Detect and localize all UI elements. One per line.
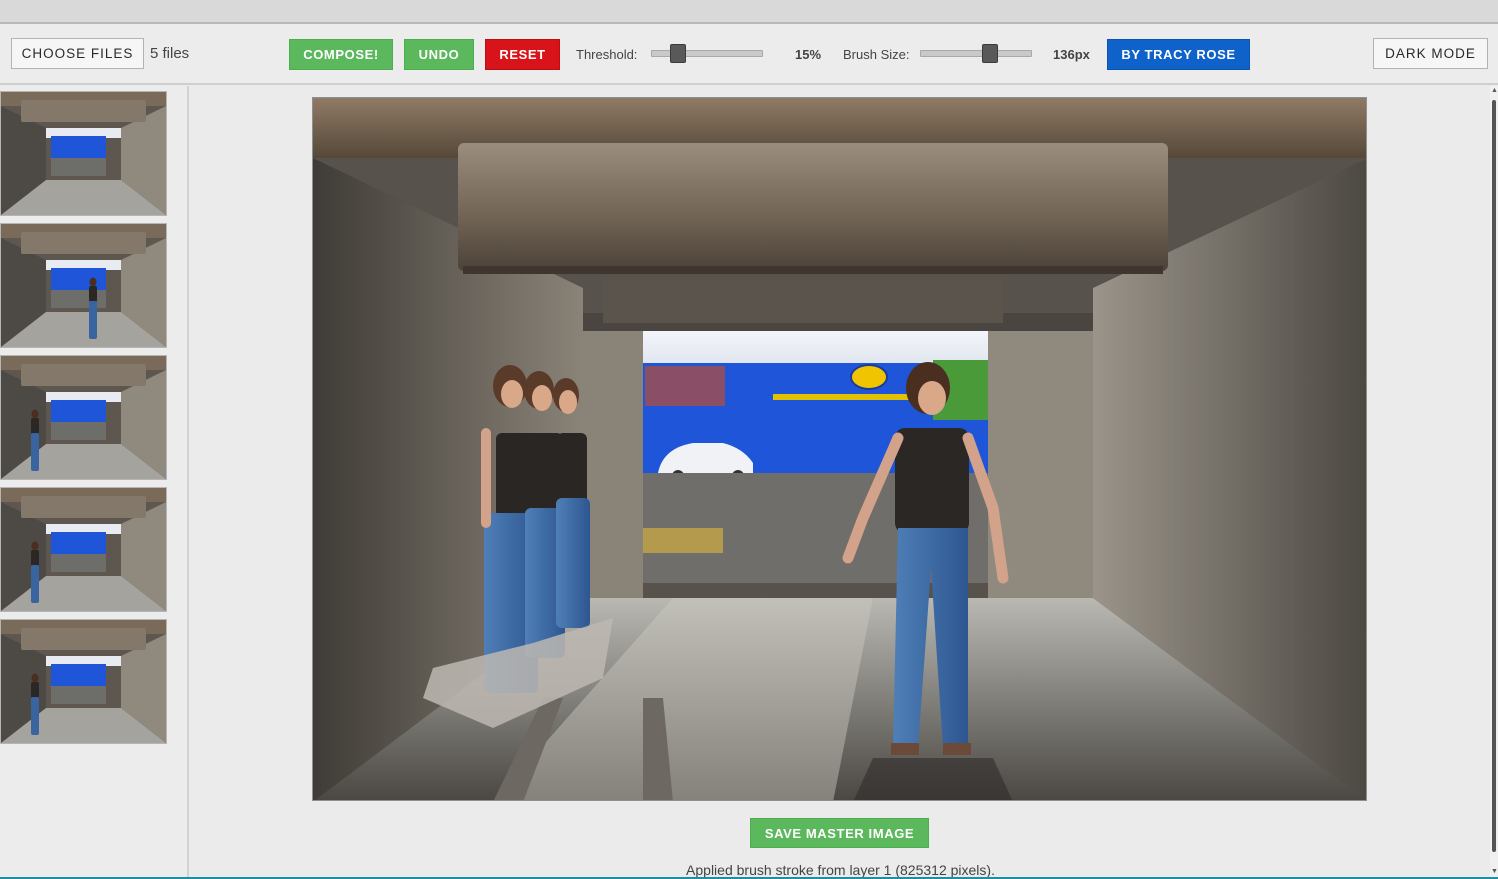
layer-thumbnail[interactable] [0,355,167,480]
choose-files-button[interactable]: CHOOSE FILES [11,38,144,69]
toolbar: CHOOSE FILES 5 files COMPOSE! UNDO RESET… [0,24,1498,85]
vertical-scrollbar[interactable]: ▲ ▼ [1490,86,1498,879]
layer-thumbnail[interactable] [0,619,167,744]
scrollbar-thumb[interactable] [1492,100,1496,852]
thumbnail-image [1,488,166,611]
browser-top-strip [0,0,1498,24]
brush-size-value: 136px [1053,47,1090,62]
brush-size-slider-track [920,50,1032,57]
threshold-slider-track [651,50,763,57]
layer-thumbnail[interactable] [0,487,167,612]
save-master-image-button[interactable]: SAVE MASTER IMAGE [750,818,929,848]
thumbnail-image [1,92,166,215]
reset-button[interactable]: RESET [485,39,560,70]
layer-thumbnail-sidebar [0,86,189,879]
brush-size-label: Brush Size: [843,47,910,62]
scroll-down-icon[interactable]: ▼ [1491,868,1498,875]
scroll-up-icon[interactable]: ▲ [1491,87,1498,94]
status-message: Applied brush stroke from layer 1 (82531… [686,862,995,878]
composite-image-art [313,98,1366,800]
brush-size-slider[interactable] [920,42,1032,66]
layer-thumbnail[interactable] [0,91,167,216]
threshold-value: 15% [795,47,822,62]
dark-mode-button[interactable]: DARK MODE [1373,38,1488,69]
credit-button[interactable]: BY TRACY ROSE [1107,39,1250,70]
file-count-label: 5 files [150,45,190,62]
master-composite-image[interactable] [312,97,1367,801]
threshold-slider-thumb[interactable] [670,44,687,63]
undo-button[interactable]: UNDO [404,39,474,70]
thumbnail-image [1,224,166,347]
threshold-label: Threshold: [576,47,638,62]
main-canvas-area: SAVE MASTER IMAGE Applied brush stroke f… [191,86,1490,879]
compose-button[interactable]: COMPOSE! [289,39,393,70]
brush-size-slider-thumb[interactable] [982,44,999,63]
thumbnail-image [1,356,166,479]
threshold-slider[interactable] [651,42,763,66]
thumbnail-image [1,620,166,743]
layer-thumbnail[interactable] [0,223,167,348]
